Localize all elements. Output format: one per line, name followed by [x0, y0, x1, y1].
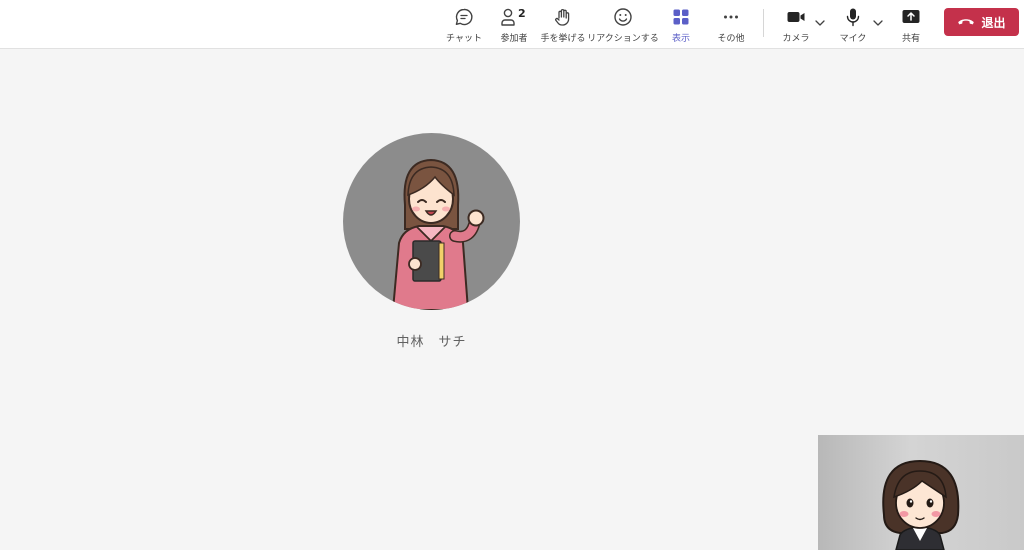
- more-label: その他: [717, 34, 745, 44]
- share-button[interactable]: 共有: [897, 0, 925, 48]
- raise-hand-button[interactable]: 手を挙げる: [540, 0, 586, 48]
- hang-up-icon: [957, 15, 975, 30]
- people-icon: 2: [499, 6, 529, 28]
- smiley-icon: [613, 6, 633, 28]
- chat-label: チャット: [446, 34, 482, 44]
- view-label: 表示: [671, 34, 690, 44]
- camera-button[interactable]: カメラ: [781, 0, 811, 48]
- participants-button[interactable]: 2 参加者: [498, 0, 530, 48]
- share-screen-icon: [901, 6, 921, 28]
- self-video-preview[interactable]: [818, 435, 1024, 550]
- camera-options-chevron-icon[interactable]: [814, 14, 826, 33]
- more-button[interactable]: その他: [715, 0, 747, 48]
- leave-button[interactable]: 退出: [944, 8, 1019, 36]
- chat-button[interactable]: チャット: [446, 0, 482, 48]
- raise-hand-label: 手を挙げる: [540, 34, 586, 44]
- mic-button[interactable]: マイク: [837, 0, 869, 48]
- reactions-button[interactable]: リアクションする: [587, 0, 659, 48]
- more-dots-icon: [721, 6, 741, 28]
- mic-options-chevron-icon[interactable]: [872, 14, 884, 33]
- hand-icon: [553, 6, 573, 28]
- meeting-toolbar: チャット 2 参加者 手を挙げる リアクションする 表示 その他 カメラ マイク…: [0, 0, 1024, 49]
- grid-view-icon: [671, 6, 691, 28]
- view-button[interactable]: 表示: [666, 0, 696, 48]
- leave-label: 退出: [981, 15, 1006, 30]
- share-label: 共有: [901, 34, 920, 44]
- camera-icon: [786, 6, 806, 28]
- participants-label: 参加者: [500, 34, 528, 44]
- participant-avatar: [343, 133, 520, 310]
- participant-name: 中林 サチ: [396, 335, 467, 350]
- reactions-label: リアクションする: [587, 34, 659, 44]
- camera-label: カメラ: [782, 34, 810, 44]
- participant-count-badge: 2: [518, 7, 526, 20]
- chat-icon: [454, 6, 474, 28]
- mic-label: マイク: [839, 34, 867, 44]
- microphone-icon: [843, 6, 863, 28]
- toolbar-divider: [763, 9, 764, 37]
